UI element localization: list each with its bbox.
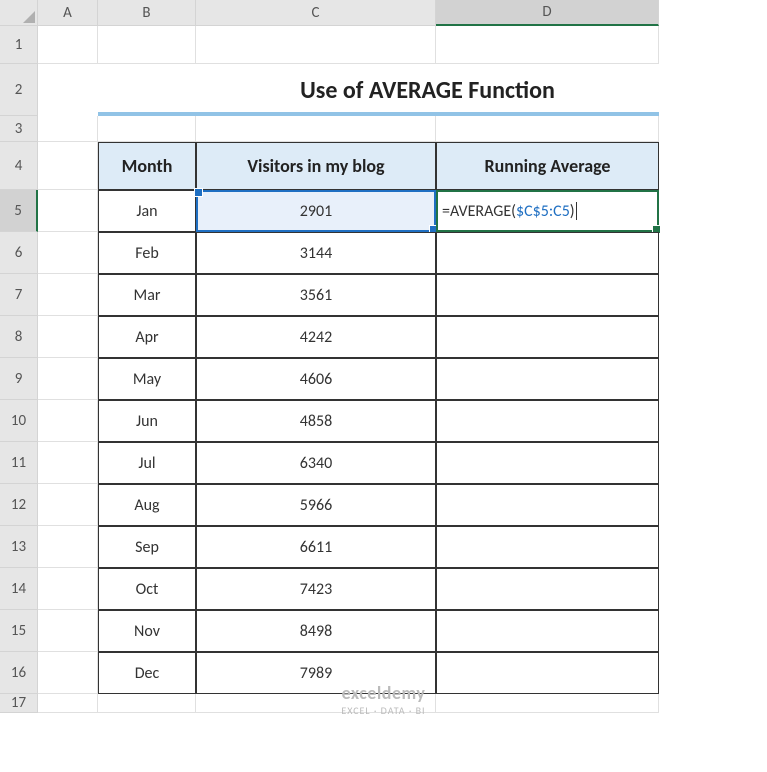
cell-a7[interactable] [38, 274, 98, 316]
header-running[interactable]: Running Average [436, 142, 659, 190]
cell-a13[interactable] [38, 526, 98, 568]
cell-a14[interactable] [38, 568, 98, 610]
cell-visitors-jun[interactable]: 4858 [196, 400, 436, 442]
cell-d17[interactable] [436, 694, 659, 713]
formula-suffix: ) [570, 202, 575, 221]
cell-d15[interactable] [436, 610, 659, 652]
cell-a16[interactable] [38, 652, 98, 694]
cell-visitors-may[interactable]: 4606 [196, 358, 436, 400]
cell-month-may[interactable]: May [98, 358, 196, 400]
row-header-17[interactable]: 17 [0, 694, 38, 713]
cell-month-nov[interactable]: Nov [98, 610, 196, 652]
row-header-7[interactable]: 7 [0, 274, 38, 316]
cell-a17[interactable] [38, 694, 98, 713]
cell-c17[interactable] [196, 694, 436, 713]
row-header-6[interactable]: 6 [0, 232, 38, 274]
cell-a10[interactable] [38, 400, 98, 442]
row-header-5[interactable]: 5 [0, 190, 38, 232]
cell-d11[interactable] [436, 442, 659, 484]
cell-month-feb[interactable]: Feb [98, 232, 196, 274]
cell-d12[interactable] [436, 484, 659, 526]
col-header-c[interactable]: C [196, 0, 436, 26]
cell-month-jul[interactable]: Jul [98, 442, 196, 484]
cell-d1[interactable] [436, 26, 659, 64]
row-header-4[interactable]: 4 [0, 142, 38, 190]
cell-d10[interactable] [436, 400, 659, 442]
cell-visitors-apr[interactable]: 4242 [196, 316, 436, 358]
cell-c3[interactable] [196, 116, 436, 142]
row-header-9[interactable]: 9 [0, 358, 38, 400]
cell-month-aug[interactable]: Aug [98, 484, 196, 526]
cell-a2[interactable] [38, 64, 98, 116]
cell-month-sep[interactable]: Sep [98, 526, 196, 568]
cell-month-dec[interactable]: Dec [98, 652, 196, 694]
row-header-16[interactable]: 16 [0, 652, 38, 694]
header-month[interactable]: Month [98, 142, 196, 190]
cell-a1[interactable] [38, 26, 98, 64]
cell-b2[interactable] [98, 64, 196, 116]
cell-a15[interactable] [38, 610, 98, 652]
cell-visitors-feb[interactable]: 3144 [196, 232, 436, 274]
cell-a3[interactable] [38, 116, 98, 142]
row-header-1[interactable]: 1 [0, 26, 38, 64]
cell-b17[interactable] [98, 694, 196, 713]
cell-formula-d5[interactable]: =AVERAGE($C$5:C5) [436, 190, 659, 232]
cell-visitors-dec[interactable]: 7989 [196, 652, 436, 694]
cell-visitors-nov[interactable]: 8498 [196, 610, 436, 652]
row-header-10[interactable]: 10 [0, 400, 38, 442]
text-cursor [576, 202, 577, 220]
row-header-8[interactable]: 8 [0, 316, 38, 358]
cell-d16[interactable] [436, 652, 659, 694]
row-header-3[interactable]: 3 [0, 116, 38, 142]
cell-visitors-jul[interactable]: 6340 [196, 442, 436, 484]
cell-month-apr[interactable]: Apr [98, 316, 196, 358]
row-header-12[interactable]: 12 [0, 484, 38, 526]
cell-a6[interactable] [38, 232, 98, 274]
spreadsheet-grid: A B C D 1 2 Use of AVERAGE Function 3 4 … [0, 0, 767, 713]
cell-visitors-aug[interactable]: 5966 [196, 484, 436, 526]
cell-visitors-mar[interactable]: 3561 [196, 274, 436, 316]
cell-visitors-sep[interactable]: 6611 [196, 526, 436, 568]
col-header-a[interactable]: A [38, 0, 98, 26]
row-header-14[interactable]: 14 [0, 568, 38, 610]
cell-month-mar[interactable]: Mar [98, 274, 196, 316]
cell-visitors-oct[interactable]: 7423 [196, 568, 436, 610]
select-all-corner[interactable] [0, 0, 38, 26]
formula-ref: $C$5:C5 [516, 202, 570, 221]
cell-a8[interactable] [38, 316, 98, 358]
cell-b3[interactable] [98, 116, 196, 142]
cell-a11[interactable] [38, 442, 98, 484]
cell-a4[interactable] [38, 142, 98, 190]
cell-a5[interactable] [38, 190, 98, 232]
cell-c1[interactable] [196, 26, 436, 64]
col-header-d[interactable]: D [436, 0, 659, 26]
title-text: Use of AVERAGE Function [300, 76, 555, 105]
cell-d7[interactable] [436, 274, 659, 316]
header-visitors[interactable]: Visitors in my blog [196, 142, 436, 190]
cell-d9[interactable] [436, 358, 659, 400]
row-header-13[interactable]: 13 [0, 526, 38, 568]
cell-d14[interactable] [436, 568, 659, 610]
formula-prefix: =AVERAGE( [442, 202, 516, 221]
row-header-15[interactable]: 15 [0, 610, 38, 652]
cell-d6[interactable] [436, 232, 659, 274]
cell-d8[interactable] [436, 316, 659, 358]
col-header-b[interactable]: B [98, 0, 196, 26]
cell-month-jun[interactable]: Jun [98, 400, 196, 442]
cell-a9[interactable] [38, 358, 98, 400]
page-title: Use of AVERAGE Function [196, 64, 659, 116]
cell-month-jan[interactable]: Jan [98, 190, 196, 232]
cell-d13[interactable] [436, 526, 659, 568]
row-header-2[interactable]: 2 [0, 64, 38, 116]
cell-b1[interactable] [98, 26, 196, 64]
row-header-11[interactable]: 11 [0, 442, 38, 484]
cell-d3[interactable] [436, 116, 659, 142]
cell-visitors-jan[interactable]: 2901 [196, 190, 436, 232]
cell-month-oct[interactable]: Oct [98, 568, 196, 610]
cell-a12[interactable] [38, 484, 98, 526]
